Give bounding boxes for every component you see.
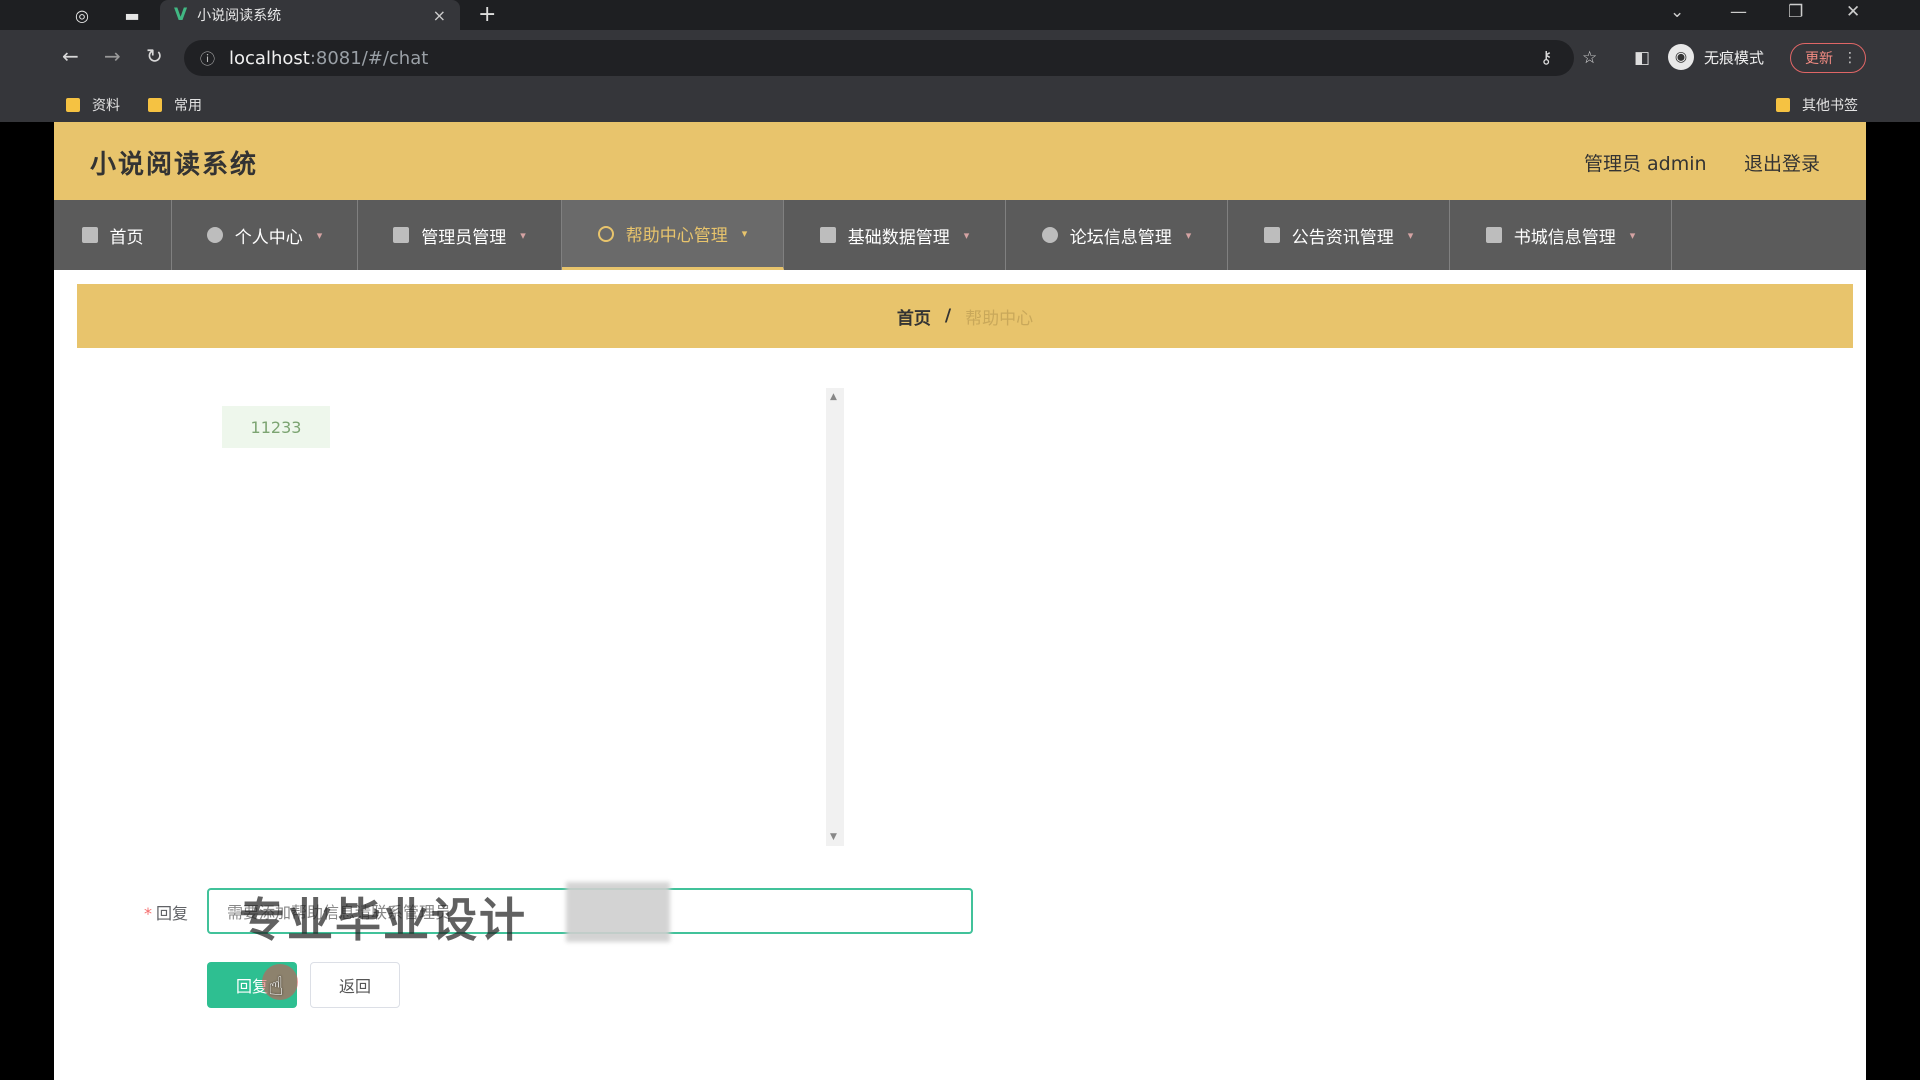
reply-label-text: 回复 xyxy=(156,904,189,923)
back-button[interactable]: 返回 xyxy=(310,962,400,1008)
chevron-down-icon: ▾ xyxy=(1629,228,1636,242)
chevron-down-icon: ▾ xyxy=(741,227,748,240)
incognito-indicator[interactable]: ◉ 无痕模式 xyxy=(1668,44,1764,70)
nav-item-forum[interactable]: 论坛信息管理 ▾ xyxy=(1006,200,1228,270)
nav-label: 帮助中心管理 xyxy=(625,226,728,246)
reply-label: * 回复 xyxy=(144,900,188,924)
nav-item-help-center[interactable]: 帮助中心管理 ▾ xyxy=(562,200,784,270)
chevron-down-icon: ▾ xyxy=(520,228,526,242)
bookmark-folder-ziliao[interactable]: 资料 xyxy=(66,95,120,115)
nav-label: 公告资讯管理 xyxy=(1291,227,1394,248)
nav-item-home[interactable]: 首页 xyxy=(54,200,172,270)
bookmark-label: 其他书签 xyxy=(1802,98,1858,114)
url-path: :8081/#/chat xyxy=(309,47,429,69)
forward-arrow-icon[interactable]: → xyxy=(104,44,121,68)
app-title: 小说阅读系统 xyxy=(90,150,259,180)
nav-label: 首页 xyxy=(109,227,144,248)
admin-icon xyxy=(393,227,410,243)
browser-app-icon[interactable]: ◎ xyxy=(70,3,94,27)
bookmark-label: 资料 xyxy=(92,98,120,114)
nav-item-bookstore[interactable]: 书城信息管理 ▾ xyxy=(1450,200,1672,270)
bookmark-folder-other[interactable]: 其他书签 xyxy=(1776,95,1858,115)
address-bar[interactable]: ⓘ localhost :8081/#/chat xyxy=(184,40,1574,76)
browser-tab-bar: ◎ ▬ V 小说阅读系统 × + ⌄ — ❐ ✕ xyxy=(0,0,1920,30)
back-arrow-icon[interactable]: ← xyxy=(62,44,79,68)
top-navigation: 首页 个人中心 ▾ 管理员管理 ▾ 帮助中心管理 ▾ 基础数据管理 ▾ 论坛信息… xyxy=(54,200,1866,270)
tab-search-icon[interactable]: ▬ xyxy=(120,3,144,27)
data-icon xyxy=(819,227,836,243)
nav-label: 个人中心 xyxy=(234,227,303,248)
tab-list-chevron-icon[interactable]: ⌄ xyxy=(1670,0,1684,30)
bookmark-folder-changyong[interactable]: 常用 xyxy=(148,95,202,115)
bookmark-label: 常用 xyxy=(174,98,202,114)
incognito-icon: ◉ xyxy=(1668,44,1694,70)
more-menu-icon[interactable]: ⋮ xyxy=(1843,50,1857,66)
chat-message-bubble: 11233 xyxy=(222,406,330,448)
page-viewport: 小说阅读系统 管理员 admin 退出登录 首页 个人中心 ▾ 管理员管理 ▾ … xyxy=(54,122,1866,1080)
breadcrumb-home[interactable]: 首页 xyxy=(897,304,931,329)
browser-toolbar: ← → ↻ ⓘ localhost :8081/#/chat ⚷ ☆ ◧ ◉ 无… xyxy=(0,30,1920,86)
update-label: 更新 xyxy=(1805,51,1833,67)
tab-close-icon[interactable]: × xyxy=(433,6,446,25)
incognito-label: 无痕模式 xyxy=(1704,48,1765,67)
reply-form-row: * 回复 xyxy=(54,888,1866,934)
nav-item-personal-center[interactable]: 个人中心 ▾ xyxy=(172,200,358,270)
scroll-down-icon[interactable]: ▼ xyxy=(830,832,837,842)
site-info-icon[interactable]: ⓘ xyxy=(200,48,215,69)
folder-icon xyxy=(66,98,80,112)
scroll-up-icon[interactable]: ▲ xyxy=(830,392,837,402)
bookmark-star-icon[interactable]: ☆ xyxy=(1582,48,1597,68)
nav-label: 基础数据管理 xyxy=(847,227,950,248)
nav-item-announcements[interactable]: 公告资讯管理 ▾ xyxy=(1228,200,1450,270)
chat-message-list[interactable] xyxy=(209,386,849,848)
bookmarks-bar: 资料 常用 其他书签 xyxy=(0,86,1920,122)
tab-title: 小说阅读系统 xyxy=(197,8,282,24)
nav-item-admin-management[interactable]: 管理员管理 ▾ xyxy=(358,200,562,270)
nav-label: 论坛信息管理 xyxy=(1069,227,1172,248)
nav-label: 书城信息管理 xyxy=(1513,227,1616,248)
restore-icon[interactable]: ❐ xyxy=(1788,0,1803,30)
window-close-icon[interactable]: ✕ xyxy=(1846,0,1860,30)
chevron-down-icon: ▾ xyxy=(1407,228,1414,242)
folder-icon xyxy=(148,98,162,112)
nav-label: 管理员管理 xyxy=(421,227,507,248)
required-mark: * xyxy=(144,904,152,923)
chevron-down-icon: ▾ xyxy=(316,228,323,242)
side-panel-icon[interactable]: ◧ xyxy=(1634,48,1650,68)
chevron-down-icon: ▾ xyxy=(1185,228,1192,242)
admin-user-label: 管理员 admin xyxy=(1584,153,1707,175)
minimize-icon[interactable]: — xyxy=(1730,0,1747,30)
book-icon xyxy=(1485,227,1502,243)
folder-icon xyxy=(1776,98,1790,112)
reload-icon[interactable]: ↻ xyxy=(146,44,163,68)
clock-icon xyxy=(597,225,614,242)
browser-tab-active[interactable]: V 小说阅读系统 × xyxy=(160,0,460,30)
app-header: 小说阅读系统 管理员 admin 退出登录 xyxy=(54,122,1866,200)
chevron-down-icon: ▾ xyxy=(963,228,970,242)
update-button[interactable]: 更新 ⋮ xyxy=(1790,43,1866,73)
vue-favicon-icon: V xyxy=(174,5,188,25)
breadcrumb-current: 帮助中心 xyxy=(965,308,1034,329)
new-tab-button[interactable]: + xyxy=(478,0,496,30)
breadcrumb: 首页 / 帮助中心 xyxy=(77,284,1853,348)
chat-scrollbar[interactable]: ▲ ▼ xyxy=(826,388,844,846)
breadcrumb-separator: / xyxy=(944,306,952,326)
announcement-icon xyxy=(1263,227,1280,243)
user-icon xyxy=(206,227,223,243)
home-icon xyxy=(81,227,98,243)
blurred-region xyxy=(566,882,670,942)
hand-pointer-icon: ☝ xyxy=(268,972,284,1002)
url-host: localhost xyxy=(229,47,310,69)
nav-item-basic-data[interactable]: 基础数据管理 ▾ xyxy=(784,200,1006,270)
forum-icon xyxy=(1041,227,1058,243)
password-key-icon[interactable]: ⚷ xyxy=(1540,48,1552,68)
logout-link[interactable]: 退出登录 xyxy=(1744,149,1820,176)
